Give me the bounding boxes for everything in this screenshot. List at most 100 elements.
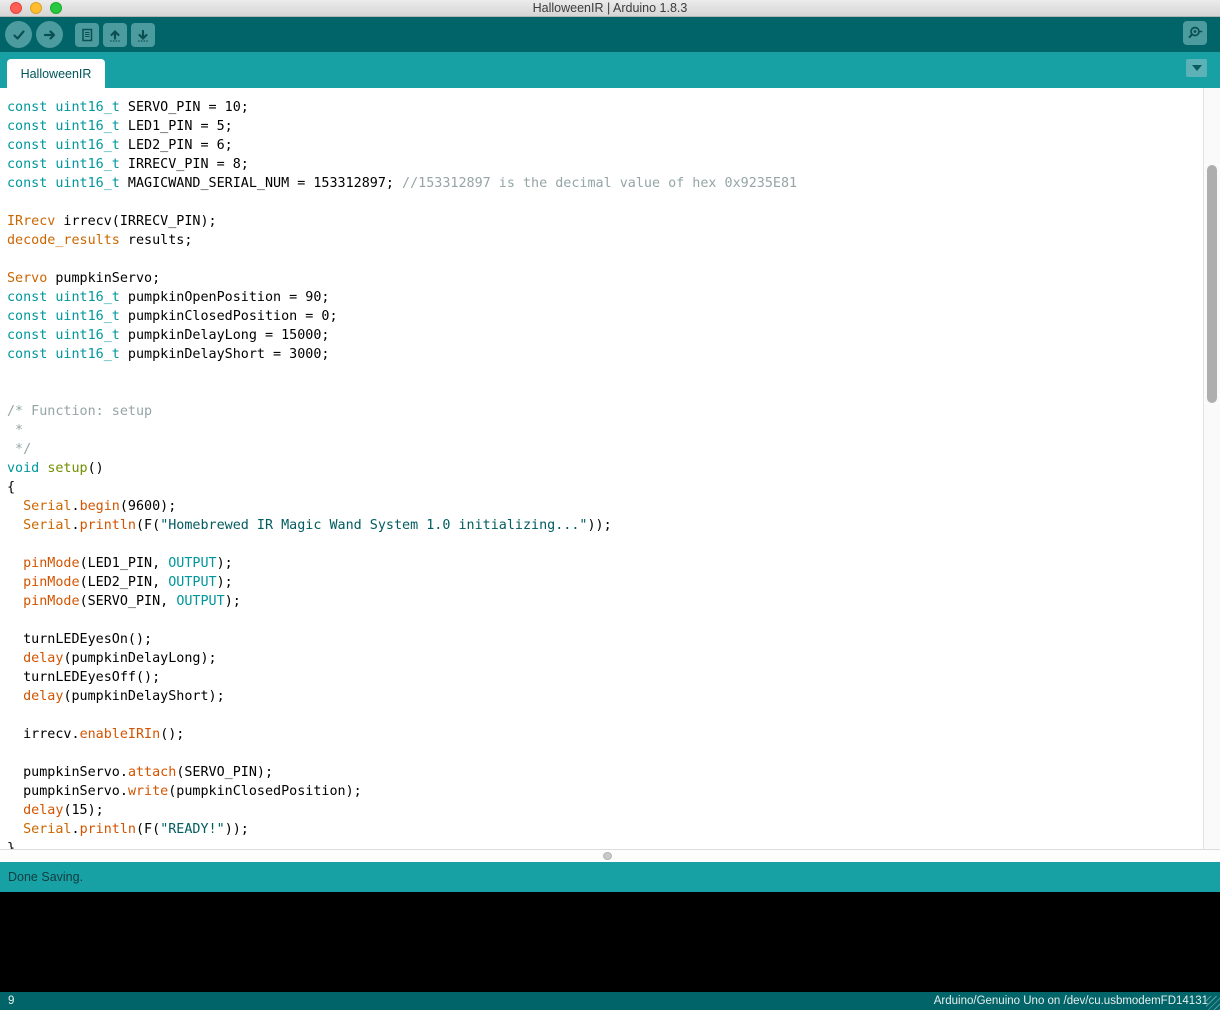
code-segment: //153312897 is the decimal value of hex … bbox=[402, 176, 797, 191]
code-line[interactable] bbox=[7, 611, 1220, 630]
code-segment bbox=[7, 822, 23, 837]
serial-monitor-button[interactable] bbox=[1183, 21, 1207, 45]
code-line[interactable]: Serial.println(F("Homebrewed IR Magic Wa… bbox=[7, 516, 1220, 535]
code-line[interactable]: const uint16_t IRRECV_PIN = 8; bbox=[7, 155, 1220, 174]
code-segment: const uint16_t bbox=[7, 176, 120, 191]
code-line[interactable]: pumpkinServo.attach(SERVO_PIN); bbox=[7, 763, 1220, 782]
code-line[interactable]: const uint16_t pumpkinOpenPosition = 90; bbox=[7, 288, 1220, 307]
code-line[interactable]: delay(pumpkinDelayShort); bbox=[7, 687, 1220, 706]
code-segment bbox=[7, 651, 23, 666]
code-segment: enableIRIn bbox=[80, 727, 161, 742]
code-line[interactable]: /* Function: setup bbox=[7, 402, 1220, 421]
checkmark-icon bbox=[11, 27, 27, 43]
code-segment: pumpkinServo; bbox=[47, 271, 160, 286]
code-segment: (15); bbox=[63, 803, 103, 818]
code-line[interactable] bbox=[7, 706, 1220, 725]
code-line[interactable]: pinMode(SERVO_PIN, OUTPUT); bbox=[7, 592, 1220, 611]
code-line[interactable]: const uint16_t LED2_PIN = 6; bbox=[7, 136, 1220, 155]
code-line[interactable]: IRrecv irrecv(IRRECV_PIN); bbox=[7, 212, 1220, 231]
code-line[interactable]: pinMode(LED1_PIN, OUTPUT); bbox=[7, 554, 1220, 573]
divider-grip-icon[interactable] bbox=[603, 852, 612, 860]
code-line[interactable]: const uint16_t pumpkinClosedPosition = 0… bbox=[7, 307, 1220, 326]
code-line[interactable]: Servo pumpkinServo; bbox=[7, 269, 1220, 288]
code-line[interactable] bbox=[7, 364, 1220, 383]
code-segment: . bbox=[72, 822, 80, 837]
code-line[interactable]: const uint16_t SERVO_PIN = 10; bbox=[7, 98, 1220, 117]
code-segment: results; bbox=[120, 233, 193, 248]
console-output[interactable] bbox=[0, 892, 1220, 992]
code-segment bbox=[7, 499, 23, 514]
code-segment: IRrecv bbox=[7, 214, 55, 229]
code-segment: SERVO_PIN = 10; bbox=[120, 100, 249, 115]
code-line[interactable]: turnLEDEyesOn(); bbox=[7, 630, 1220, 649]
code-segment: pinMode bbox=[23, 594, 79, 609]
code-segment: Serial bbox=[23, 822, 71, 837]
tab-halloweenir[interactable]: HalloweenIR bbox=[7, 59, 105, 88]
code-segment: (LED1_PIN, bbox=[80, 556, 169, 571]
resize-grip-icon[interactable] bbox=[1206, 996, 1220, 1010]
code-segment: (F( bbox=[136, 518, 160, 533]
code-segment: const uint16_t bbox=[7, 157, 120, 172]
code-segment: (pumpkinDelayShort); bbox=[63, 689, 224, 704]
verify-button[interactable] bbox=[5, 21, 32, 48]
code-line[interactable] bbox=[7, 744, 1220, 763]
new-sketch-button[interactable] bbox=[75, 23, 99, 47]
code-line[interactable] bbox=[7, 250, 1220, 269]
code-segment: attach bbox=[128, 765, 176, 780]
board-port-info: Arduino/Genuino Uno on /dev/cu.usbmodemF… bbox=[934, 995, 1208, 1007]
code-line[interactable]: Serial.begin(9600); bbox=[7, 497, 1220, 516]
code-line[interactable] bbox=[7, 383, 1220, 402]
code-line[interactable] bbox=[7, 535, 1220, 554]
code-line[interactable]: const uint16_t pumpkinDelayLong = 15000; bbox=[7, 326, 1220, 345]
code-line[interactable]: * bbox=[7, 421, 1220, 440]
code-line[interactable]: Serial.println(F("READY!")); bbox=[7, 820, 1220, 839]
vertical-scrollbar[interactable] bbox=[1203, 88, 1220, 849]
code-segment: LED1_PIN = 5; bbox=[120, 119, 233, 134]
code-line[interactable]: void setup() bbox=[7, 459, 1220, 478]
code-editor[interactable]: const uint16_t SERVO_PIN = 10;const uint… bbox=[0, 88, 1220, 849]
code-segment: MAGICWAND_SERIAL_NUM = 153312897; bbox=[120, 176, 402, 191]
scrollbar-thumb[interactable] bbox=[1207, 165, 1217, 403]
code-line[interactable]: { bbox=[7, 478, 1220, 497]
status-message: Done Saving. bbox=[8, 870, 83, 884]
chevron-down-icon bbox=[1192, 65, 1202, 71]
tab-label: HalloweenIR bbox=[21, 67, 92, 81]
save-button[interactable] bbox=[131, 23, 155, 47]
code-segment: OUTPUT bbox=[176, 594, 224, 609]
code-line[interactable] bbox=[7, 193, 1220, 212]
code-line[interactable]: } bbox=[7, 839, 1220, 849]
code-line[interactable]: delay(15); bbox=[7, 801, 1220, 820]
document-icon bbox=[79, 27, 95, 43]
code-line[interactable]: const uint16_t LED1_PIN = 5; bbox=[7, 117, 1220, 136]
code-segment: pumpkinServo. bbox=[7, 784, 128, 799]
titlebar: HalloweenIR | Arduino 1.8.3 bbox=[0, 0, 1220, 17]
arduino-ide-window: HalloweenIR | Arduino 1.8.3 bbox=[0, 0, 1220, 1010]
toolbar bbox=[0, 17, 1220, 52]
code-line[interactable]: decode_results results; bbox=[7, 231, 1220, 250]
code-line[interactable]: pinMode(LED2_PIN, OUTPUT); bbox=[7, 573, 1220, 592]
code-segment: (SERVO_PIN, bbox=[80, 594, 177, 609]
code-segment: )); bbox=[225, 822, 249, 837]
code-line[interactable]: */ bbox=[7, 440, 1220, 459]
code-segment: OUTPUT bbox=[168, 575, 216, 590]
code-segment: { bbox=[7, 480, 15, 495]
upload-button[interactable] bbox=[36, 21, 63, 48]
tab-menu-button[interactable] bbox=[1186, 59, 1207, 77]
code-segment: . bbox=[72, 499, 80, 514]
code-area[interactable]: const uint16_t SERVO_PIN = 10;const uint… bbox=[0, 88, 1220, 849]
code-line[interactable]: pumpkinServo.write(pumpkinClosedPosition… bbox=[7, 782, 1220, 801]
code-line[interactable]: turnLEDEyesOff(); bbox=[7, 668, 1220, 687]
open-button[interactable] bbox=[103, 23, 127, 47]
status-strip: Done Saving. bbox=[0, 862, 1220, 892]
editor-console-divider[interactable] bbox=[0, 849, 1220, 862]
code-line[interactable]: const uint16_t pumpkinDelayShort = 3000; bbox=[7, 345, 1220, 364]
code-line[interactable]: const uint16_t MAGICWAND_SERIAL_NUM = 15… bbox=[7, 174, 1220, 193]
code-segment: const uint16_t bbox=[7, 309, 120, 324]
code-line[interactable]: delay(pumpkinDelayLong); bbox=[7, 649, 1220, 668]
code-segment: (LED2_PIN, bbox=[80, 575, 169, 590]
code-segment: (F( bbox=[136, 822, 160, 837]
code-segment: pinMode bbox=[23, 575, 79, 590]
code-line[interactable]: irrecv.enableIRIn(); bbox=[7, 725, 1220, 744]
code-segment: Serial bbox=[23, 499, 71, 514]
code-segment: const uint16_t bbox=[7, 119, 120, 134]
